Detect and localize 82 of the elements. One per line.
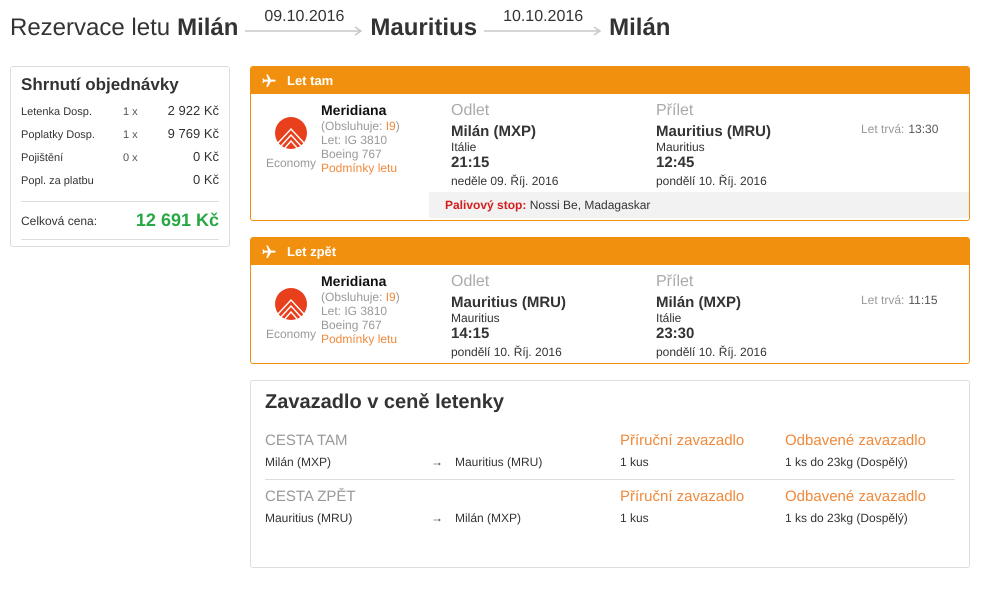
summary-label: Pojištění: [21, 152, 64, 164]
airline-name: Meridiana: [321, 273, 388, 289]
price: 0 Kč: [192, 149, 219, 164]
price: 0 Kč: [192, 172, 219, 187]
operated-by: (Obsluhuje: I9): [321, 119, 401, 133]
total-label: Celková cena:: [21, 214, 98, 228]
aircraft-type: Boeing 767: [321, 147, 383, 161]
aircraft-type: Boeing 767: [321, 318, 383, 332]
price: 9 769 Kč: [166, 126, 219, 141]
baggage-title: Zavazadlo v ceně letenky: [265, 391, 506, 414]
flight-conditions-link[interactable]: Podmínky letu: [321, 332, 451, 346]
arrow-icon: [484, 26, 602, 36]
operated-by: (Obsluhuje: I9): [321, 290, 401, 304]
country-name: Itálie: [656, 311, 682, 325]
airport-name: Mauritius (MRU): [656, 123, 772, 140]
airport-name: Mauritius (MRU): [265, 511, 354, 525]
summary-title: Shrnutí objednávky: [21, 75, 180, 95]
flight-duration: 13:30: [908, 122, 938, 136]
fuel-stop-text: Palivový stop: Nossi Be, Madagaskar: [445, 198, 650, 212]
flight-time: 12:45: [656, 154, 696, 171]
quantity: 1 x: [123, 106, 138, 118]
flight-date: pondělí 10. Říj. 2016: [451, 345, 563, 359]
arrow-symbol: →: [431, 455, 444, 469]
cabin-class: Economy: [266, 156, 316, 170]
checked-baggage-allowance: 1 ks do 23kg (Dospělý): [785, 511, 909, 525]
destination-city: Milán: [609, 14, 670, 42]
column-heading: Odlet: [451, 102, 490, 120]
airline-logo-icon: [274, 287, 308, 321]
summary-label: Letenka Dosp.: [21, 106, 93, 118]
summary-label: Poplatky Dosp.: [21, 129, 96, 141]
duration-label: Let trvá:: [861, 122, 904, 136]
flight-date: neděle 09. Říj. 2016: [451, 174, 560, 188]
flight-time: 23:30: [656, 325, 696, 342]
airline-logo-icon: [274, 116, 308, 150]
destination-city: Mauritius: [370, 14, 478, 42]
price: 2 922 Kč: [166, 103, 219, 118]
flight-date: pondělí 10. Říj. 2016: [656, 174, 768, 188]
column-heading: Odbavené zavazadlo: [785, 488, 927, 505]
checked-baggage-allowance: 1 ks do 23kg (Dospělý): [785, 455, 909, 469]
flight-time: 21:15: [451, 154, 490, 171]
cabin-class: Economy: [266, 327, 316, 341]
airplane-icon: [261, 72, 277, 88]
column-heading: Přílet: [656, 102, 694, 120]
country-name: Itálie: [451, 140, 478, 154]
quantity: 0 x: [123, 152, 138, 164]
airport-name: Milán (MXP): [455, 511, 522, 525]
airplane-icon: [261, 244, 277, 260]
column-heading: Přílet: [656, 273, 694, 291]
arrow-symbol: →: [431, 511, 444, 525]
quantity: 1 x: [123, 129, 138, 141]
duration-label: Let trvá:: [861, 293, 904, 307]
flight-conditions-link[interactable]: Podmínky letu: [321, 161, 451, 175]
airport-name: Milán (MXP): [451, 123, 537, 140]
origin-city: Milán: [177, 14, 238, 42]
airport-name: Mauritius (MRU): [455, 455, 544, 469]
arrow-icon: [245, 26, 364, 36]
direction-heading: CESTA ZPĚT: [265, 488, 357, 505]
airport-name: Milán (MXP): [265, 455, 332, 469]
flight-number: Let: IG 3810: [321, 133, 388, 147]
column-heading: Příruční zavazadlo: [620, 488, 746, 505]
leg-date: 10.10.2016: [503, 8, 584, 26]
flight-direction-title: Let tam: [287, 73, 334, 88]
flight-date: pondělí 10. Říj. 2016: [656, 345, 768, 359]
column-heading: Odlet: [451, 273, 490, 291]
leg-date: 09.10.2016: [264, 8, 344, 26]
airline-name: Meridiana: [321, 102, 388, 118]
direction-heading: CESTA TAM: [265, 432, 349, 449]
country-name: Mauritius: [656, 140, 706, 154]
airport-name: Mauritius (MRU): [451, 294, 567, 311]
flight-number: Let: IG 3810: [321, 304, 388, 318]
cabin-baggage-allowance: 1 kus: [620, 455, 650, 469]
flight-direction-title: Let zpět: [287, 244, 336, 259]
total-price: 12 691 Kč: [136, 210, 219, 231]
column-heading: Odbavené zavazadlo: [785, 432, 927, 449]
column-heading: Příruční zavazadlo: [620, 432, 746, 449]
flight-time: 14:15: [451, 325, 490, 342]
country-name: Mauritius: [451, 311, 501, 325]
flight-duration: 11:15: [908, 293, 938, 307]
airport-name: Milán (MXP): [656, 294, 742, 311]
summary-label: Popl. za platbu: [21, 175, 95, 187]
page-title: Rezervace letu: [10, 14, 170, 42]
cabin-baggage-allowance: 1 kus: [620, 511, 650, 525]
